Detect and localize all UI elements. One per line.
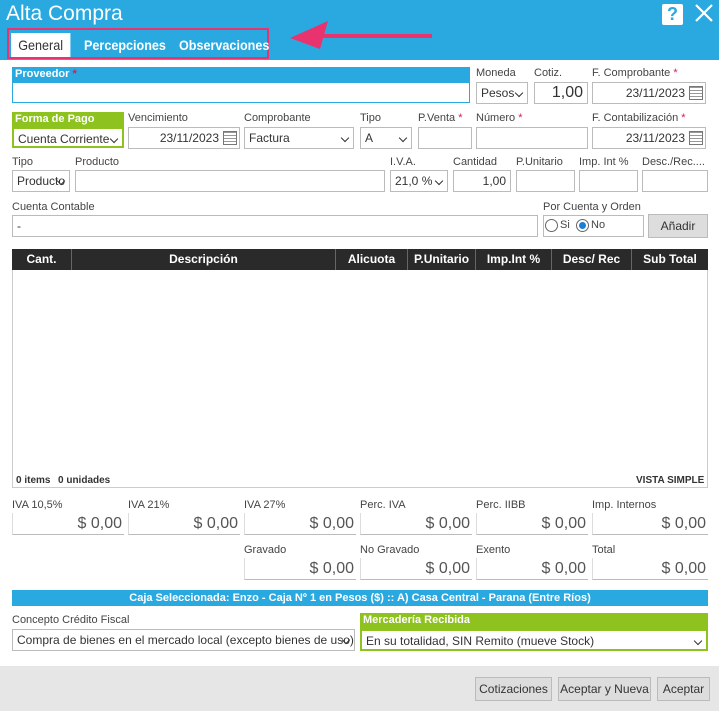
items-grid[interactable] (12, 270, 708, 488)
exento-label: Exento (476, 544, 511, 556)
cuenta-contable-input[interactable]: - (12, 215, 538, 237)
grid-header: Cant. Descripción Alicuota P.Unitario Im… (12, 249, 708, 270)
vencimiento-label: Vencimiento (128, 112, 188, 124)
tab-general[interactable]: General (11, 33, 71, 57)
view-mode-toggle[interactable]: VISTA SIMPLE (636, 475, 704, 486)
total-value: $ 0,00 (592, 558, 708, 580)
tab-percepciones[interactable]: Percepciones (84, 33, 166, 57)
iva21-label: IVA 21% (128, 499, 170, 511)
iva-label: I.V.A. (390, 156, 416, 168)
col-imp-int[interactable]: Imp.Int % (476, 249, 552, 270)
close-icon[interactable] (693, 2, 715, 24)
perc-iva-value[interactable]: $ 0,00 (360, 513, 472, 535)
accept-and-new-button[interactable]: Aceptar y Nueva (558, 677, 651, 701)
moneda-select[interactable]: Pesos (476, 82, 528, 104)
tipo-item-label: Tipo (12, 156, 33, 168)
no-gravado-value: $ 0,00 (360, 558, 472, 580)
f-contabilizacion-input[interactable]: 23/11/2023 (592, 127, 706, 149)
f-contabilizacion-label: F. Contabilización * (592, 112, 686, 124)
radio-si-label: Si (560, 219, 570, 231)
items-count: 0 items (16, 475, 51, 486)
calendar-icon[interactable] (689, 86, 703, 100)
p-unitario-input[interactable] (516, 170, 575, 192)
producto-input[interactable] (75, 170, 385, 192)
col-p-unitario[interactable]: P.Unitario (408, 249, 476, 270)
iva-select[interactable]: 21,0 % (390, 170, 448, 192)
moneda-label: Moneda (476, 67, 516, 79)
total-label: Total (592, 544, 616, 556)
radio-no-label: No (591, 219, 606, 231)
col-desc-rec[interactable]: Desc/ Rec (552, 249, 632, 270)
vencimiento-input[interactable]: 23/11/2023 (128, 127, 240, 149)
comprobante-select[interactable]: Factura (244, 127, 354, 149)
tipo-item-select[interactable]: Producto (12, 170, 70, 192)
accept-button[interactable]: Aceptar (657, 677, 710, 701)
f-comprobante-input[interactable]: 23/11/2023 (592, 82, 706, 104)
col-alicuota[interactable]: Alicuota (336, 249, 408, 270)
tipo-comprobante-select[interactable]: A (360, 127, 412, 149)
forma-pago-select[interactable]: Cuenta Corriente (12, 127, 124, 148)
p-venta-input[interactable] (418, 127, 472, 149)
caja-seleccionada-bar[interactable]: Caja Seleccionada: Enzo - Caja Nº 1 en P… (12, 590, 708, 606)
tipo-comprobante-label: Tipo (360, 112, 381, 124)
iva21-value: $ 0,00 (128, 513, 240, 535)
cotiz-input[interactable]: 1,00 (534, 82, 588, 104)
producto-label: Producto (75, 156, 120, 168)
tab-observaciones[interactable]: Observaciones (179, 33, 269, 57)
no-gravado-label: No Gravado (360, 544, 420, 556)
col-cant[interactable]: Cant. (12, 249, 72, 270)
forma-pago-header: Forma de Pago (12, 112, 124, 127)
cotiz-label: Cotiz. (534, 67, 563, 79)
iva27-label: IVA 27% (244, 499, 286, 511)
window-title: Alta Compra (6, 2, 123, 25)
calendar-icon[interactable] (689, 131, 703, 145)
help-icon[interactable]: ? (662, 4, 683, 25)
col-sub-total[interactable]: Sub Total (632, 249, 708, 270)
col-descripcion[interactable]: Descripción (72, 249, 336, 270)
perc-iibb-label: Perc. IIBB (476, 499, 526, 511)
radio-no[interactable] (576, 219, 589, 232)
iva105-value: $ 0,00 (12, 513, 124, 535)
cantidad-label: Cantidad (453, 156, 498, 168)
f-comprobante-label: F. Comprobante * (592, 67, 678, 79)
iva27-value: $ 0,00 (244, 513, 356, 535)
concepto-select[interactable]: Compra de bienes en el mercado local (ex… (12, 629, 355, 651)
cantidad-input[interactable]: 1,00 (453, 170, 511, 192)
desc-rec-input[interactable] (642, 170, 708, 192)
units-count: 0 unidades (58, 475, 111, 486)
perc-iibb-value[interactable]: $ 0,00 (476, 513, 588, 535)
pointer-arrow-icon (290, 21, 432, 49)
proveedor-input[interactable] (12, 82, 470, 103)
comprobante-label: Comprobante (244, 112, 311, 124)
radio-si[interactable] (545, 219, 558, 232)
cotizaciones-button[interactable]: Cotizaciones (475, 677, 552, 701)
proveedor-header: Proveedor * (12, 67, 470, 82)
proveedor-label: Proveedor (15, 68, 70, 80)
calendar-icon[interactable] (223, 131, 237, 145)
imp-internos-value: $ 0,00 (592, 513, 708, 535)
mercaderia-header: Mercadería Recibida (360, 613, 708, 629)
concepto-label: Concepto Crédito Fiscal (12, 614, 130, 626)
imp-int-input[interactable] (579, 170, 638, 192)
add-button[interactable]: Añadir (648, 214, 708, 238)
desc-rec-label: Desc./Rec.... (642, 156, 705, 168)
exento-value: $ 0,00 (476, 558, 588, 580)
por-cuenta-label: Por Cuenta y Orden (543, 201, 641, 213)
p-venta-label: P.Venta * (418, 112, 463, 124)
perc-iva-label: Perc. IVA (360, 499, 406, 511)
numero-input[interactable] (476, 127, 588, 149)
imp-int-label: Imp. Int % (579, 156, 629, 168)
iva105-label: IVA 10,5% (12, 499, 63, 511)
p-unitario-label: P.Unitario (516, 156, 563, 168)
mercaderia-select[interactable]: En su totalidad, SIN Remito (mueve Stock… (360, 629, 708, 651)
gravado-value: $ 0,00 (244, 558, 356, 580)
numero-label: Número * (476, 112, 523, 124)
imp-internos-label: Imp. Internos (592, 499, 657, 511)
cuenta-contable-label: Cuenta Contable (12, 201, 95, 213)
gravado-label: Gravado (244, 544, 287, 556)
